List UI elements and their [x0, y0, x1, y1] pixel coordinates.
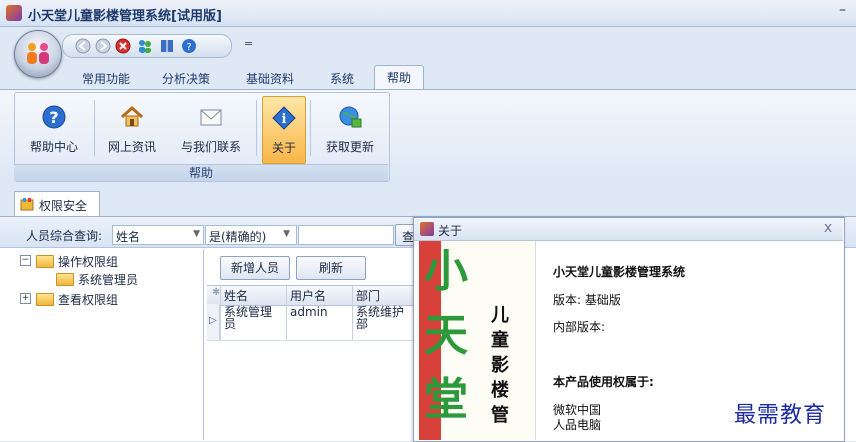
book-icon[interactable]	[159, 38, 175, 54]
about-rights-label: 本产品使用权属于:	[553, 375, 654, 389]
contact-us-button[interactable]: 与我们联系	[172, 96, 250, 162]
svg-text:?: ?	[49, 108, 58, 127]
chevron-down-icon: ▼	[283, 229, 290, 239]
logo-char: 小	[424, 246, 468, 297]
current-row-icon: ▷	[209, 315, 217, 326]
about-internal-version: 内部版本:	[553, 320, 606, 334]
search-field-value: 姓名	[116, 230, 141, 244]
envelope-icon	[200, 109, 222, 126]
logo-subtitle-char: 影	[491, 355, 509, 376]
folder-icon	[36, 255, 54, 268]
title-bar: 小天堂儿童影楼管理系统[试用版] –	[0, 0, 856, 27]
minimize-button[interactable]: –	[839, 2, 846, 18]
search-field-select[interactable]: 姓名 ▼	[112, 225, 204, 245]
tree-node-label: 操作权限组	[58, 255, 119, 269]
svg-text:?: ?	[186, 42, 191, 53]
help-icon: ?	[42, 105, 66, 129]
cell-username[interactable]: admin	[290, 306, 328, 318]
tree-node-label: 系统管理员	[78, 273, 139, 287]
app-icon	[6, 5, 22, 21]
chevron-down-icon: ▼	[193, 229, 200, 239]
doc-tab-permissions[interactable]: 权限安全	[14, 191, 100, 217]
info-icon: i	[272, 106, 296, 130]
collapse-icon[interactable]: −	[20, 255, 31, 266]
help-small-icon[interactable]: ?	[181, 38, 197, 54]
folder-icon	[36, 293, 54, 306]
ribbon-separator	[256, 100, 257, 156]
logo-subtitle-char: 楼	[491, 380, 509, 401]
children-logo-icon	[27, 43, 49, 64]
watermark-text: 最需教育	[734, 403, 827, 428]
doc-tab-label: 权限安全	[39, 199, 88, 213]
get-updates-label: 获取更新	[325, 140, 374, 154]
about-owner-2: 人品电脑	[553, 418, 602, 432]
forward-icon[interactable]	[95, 38, 111, 54]
folder-open-icon	[56, 273, 74, 286]
globe-update-icon	[339, 106, 362, 128]
permissions-tab-icon	[20, 198, 34, 211]
grid-col-department[interactable]: 部门	[356, 287, 380, 304]
quick-access-toolbar: ?	[62, 34, 232, 58]
match-mode-value: 是(精确的)	[209, 230, 267, 244]
tab-basic-data[interactable]: 基础资料	[246, 70, 294, 90]
search-label: 人员综合查询:	[26, 229, 103, 243]
document-tab-strip	[0, 184, 856, 216]
home-icon	[120, 105, 144, 127]
help-center-button[interactable]: ? 帮助中心	[22, 96, 86, 162]
svg-text:i: i	[282, 112, 287, 127]
back-icon[interactable]	[75, 38, 91, 54]
window-title: 小天堂儿童影楼管理系统[试用版]	[28, 9, 222, 24]
grid-col-name[interactable]: 姓名	[224, 287, 248, 304]
about-dialog-title: 关于	[438, 224, 463, 238]
ribbon-separator	[94, 100, 95, 156]
add-user-button[interactable]: 新增人员	[220, 256, 290, 280]
tab-analysis[interactable]: 分析决策	[162, 70, 210, 90]
tab-system[interactable]: 系统	[330, 70, 354, 90]
logo-char: 天	[424, 310, 468, 361]
help-center-label: 帮助中心	[29, 140, 78, 154]
expand-icon[interactable]: +	[20, 293, 31, 304]
contact-us-label: 与我们联系	[180, 140, 241, 154]
tree-node-label: 查看权限组	[58, 293, 119, 307]
refresh-button[interactable]: 刷新	[296, 256, 366, 280]
about-product-name: 小天堂儿童影楼管理系统	[553, 265, 686, 279]
get-updates-button[interactable]: 获取更新	[318, 96, 382, 162]
ribbon-group-label: 帮助	[14, 164, 388, 181]
match-mode-select[interactable]: 是(精确的) ▼	[205, 225, 297, 245]
tab-common[interactable]: 常用功能	[82, 70, 130, 90]
grid-col-username[interactable]: 用户名	[290, 287, 326, 304]
ribbon-separator	[310, 100, 311, 156]
logo-subtitle-char: 儿	[491, 305, 509, 326]
about-app-icon	[420, 222, 434, 236]
online-news-label: 网上资讯	[107, 140, 156, 154]
search-input[interactable]	[298, 225, 394, 245]
users-icon[interactable]	[137, 38, 153, 54]
close-button[interactable]: x	[818, 220, 838, 238]
about-label: 关于	[271, 141, 296, 155]
permission-group-tree: − 操作权限组 系统管理员 + 查看权限组	[14, 249, 202, 440]
logo-char: 堂	[424, 374, 468, 425]
logo-subtitle-char: 童	[491, 330, 509, 351]
online-news-button[interactable]: 网上资讯	[100, 96, 164, 162]
cell-name[interactable]: 系统管理员	[224, 306, 282, 330]
about-dialog-titlebar: 关于	[414, 218, 843, 241]
about-version: 版本: 基础版	[553, 293, 621, 307]
close-red-icon[interactable]	[115, 38, 131, 54]
qat-customize-dropdown[interactable]: =	[244, 37, 253, 50]
cell-department[interactable]: 系统维护部	[356, 306, 410, 330]
logo-subtitle-char: 管	[491, 405, 509, 426]
about-button[interactable]: i 关于	[262, 96, 306, 164]
